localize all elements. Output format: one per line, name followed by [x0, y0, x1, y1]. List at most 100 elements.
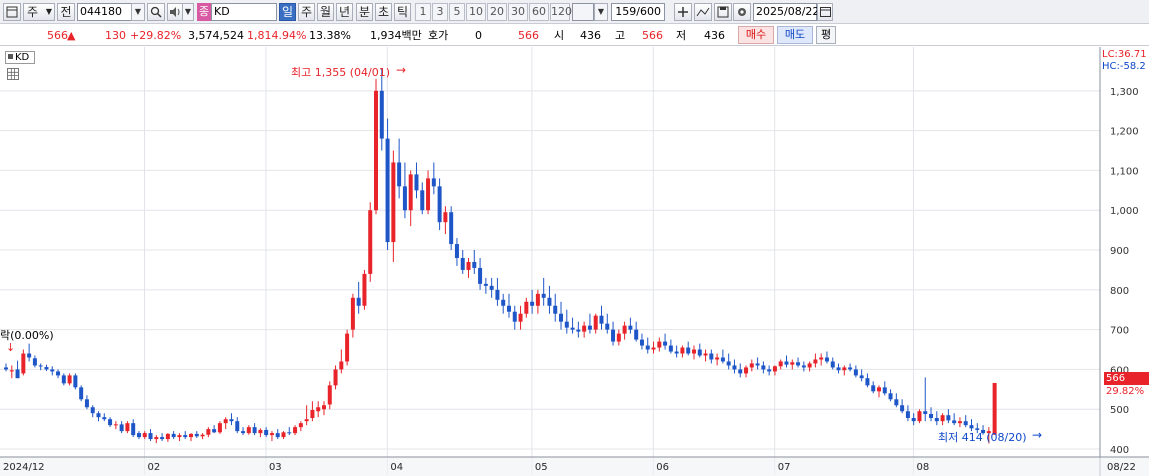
- candle-body: [992, 382, 997, 435]
- x-tick-label: 07: [778, 462, 791, 473]
- candle-body: [680, 347, 685, 354]
- candle-body: [483, 283, 488, 286]
- candle-body: [506, 305, 511, 312]
- candle-body: [391, 162, 396, 243]
- candle-body: [56, 371, 61, 376]
- candle-body: [848, 367, 853, 370]
- date-field[interactable]: 2025/08/22: [753, 3, 819, 21]
- market-badge: 종: [197, 3, 211, 21]
- lc-label: LC:36.71: [1102, 49, 1147, 60]
- interval-button[interactable]: 10: [466, 3, 486, 21]
- window-icon[interactable]: [3, 3, 21, 21]
- tab-monthly[interactable]: 월: [317, 3, 334, 21]
- tab-daily[interactable]: 일: [279, 3, 296, 21]
- change-percent: +29.82%: [130, 29, 182, 42]
- chart-area[interactable]: 400 500 600 700 800 900 1,000 1,100 1,200 1,300 20…: [0, 47, 1149, 476]
- candle-body: [599, 315, 604, 324]
- candle-body: [518, 313, 523, 322]
- chevron-down-icon[interactable]: ▼: [131, 3, 145, 21]
- candle-body: [73, 375, 78, 388]
- candle-body: [38, 365, 43, 367]
- candle-body: [119, 424, 124, 432]
- candle-body: [426, 178, 431, 211]
- save-icon[interactable]: [714, 3, 732, 21]
- calendar-icon[interactable]: [817, 3, 833, 21]
- y-tick-label: 1,000: [1110, 206, 1139, 217]
- candle-body: [744, 367, 749, 374]
- speaker-icon[interactable]: [167, 3, 183, 21]
- stock-code-input[interactable]: 044180: [77, 3, 132, 21]
- candle-body: [934, 417, 939, 422]
- interval-button[interactable]: 30: [508, 3, 528, 21]
- interval-button[interactable]: 120: [550, 3, 572, 21]
- mode-button[interactable]: 전: [57, 3, 75, 21]
- low-annotation: 최저 414 (08/20): [938, 431, 1027, 444]
- interval-custom-input[interactable]: [572, 3, 594, 21]
- candle-body: [177, 435, 182, 438]
- interval-button[interactable]: 3: [432, 3, 448, 21]
- tab-tick[interactable]: 틱: [394, 3, 411, 21]
- search-icon[interactable]: [147, 3, 165, 21]
- tab-second[interactable]: 초: [375, 3, 392, 21]
- candle-body: [663, 341, 668, 346]
- candle-body: [923, 411, 928, 415]
- high-value: 566: [642, 29, 663, 42]
- candle-body: [333, 369, 338, 386]
- interval-button[interactable]: 60: [529, 3, 549, 21]
- interval-button[interactable]: 1: [415, 3, 431, 21]
- trade-amount: 1,934백만: [370, 29, 422, 42]
- chevron-down-icon[interactable]: ▼: [182, 3, 194, 21]
- trend-line-icon[interactable]: [694, 3, 712, 21]
- interval-button[interactable]: 5: [449, 3, 465, 21]
- candle-body: [183, 435, 188, 438]
- flat-button[interactable]: 평: [816, 26, 836, 44]
- candle-body: [570, 327, 575, 330]
- gear-icon[interactable]: [733, 3, 751, 21]
- data-count-field[interactable]: 159/600: [611, 3, 665, 21]
- period-select[interactable]: 주 ▼: [23, 3, 55, 21]
- candlestick-chart[interactable]: 4005006007008009001,0001,1001,2001,30020…: [0, 47, 1149, 476]
- candle-body: [4, 367, 8, 370]
- chevron-down-icon[interactable]: ▼: [594, 3, 608, 21]
- candle-body: [443, 212, 448, 223]
- buy-button[interactable]: 매수: [738, 26, 774, 44]
- candle-body: [298, 423, 303, 428]
- tab-yearly[interactable]: 년: [336, 3, 353, 21]
- candle-body: [96, 413, 101, 418]
- candle-body: [732, 365, 737, 370]
- candle-body: [449, 212, 454, 245]
- candle-body: [628, 325, 633, 330]
- candle-body: [882, 387, 887, 394]
- candle-body: [414, 174, 419, 191]
- candle-body: [431, 178, 436, 187]
- candle-body: [530, 301, 535, 306]
- candle-body: [206, 429, 211, 435]
- candle-body: [113, 424, 118, 426]
- candle-body: [559, 313, 564, 322]
- candle-body: [79, 387, 84, 400]
- candle-body: [327, 385, 332, 405]
- hoga-value: 0: [475, 29, 482, 42]
- candle-body: [478, 267, 483, 284]
- candle-body: [269, 433, 274, 436]
- tab-minute[interactable]: 분: [356, 3, 373, 21]
- candle-body: [512, 311, 517, 322]
- candle-body: [963, 421, 968, 426]
- interval-button[interactable]: 20: [487, 3, 507, 21]
- tab-weekly[interactable]: 주: [298, 3, 315, 21]
- candle-body: [865, 378, 870, 386]
- x-axis-band: [0, 457, 1149, 476]
- cross-cursor-icon[interactable]: [674, 3, 692, 21]
- candle-body: [772, 366, 777, 372]
- sell-button[interactable]: 매도: [777, 26, 813, 44]
- candle-body: [235, 421, 240, 432]
- volume-ratio: 1,814.94%: [247, 29, 307, 42]
- candle-body: [171, 433, 176, 438]
- candle-body: [304, 419, 309, 422]
- candle-body: [368, 210, 373, 274]
- grid-toggle-icon[interactable]: [7, 68, 19, 80]
- candle-body: [801, 365, 806, 368]
- volume: 3,574,524: [188, 29, 244, 42]
- stock-name-field[interactable]: KD: [211, 3, 277, 21]
- candle-body: [830, 361, 835, 368]
